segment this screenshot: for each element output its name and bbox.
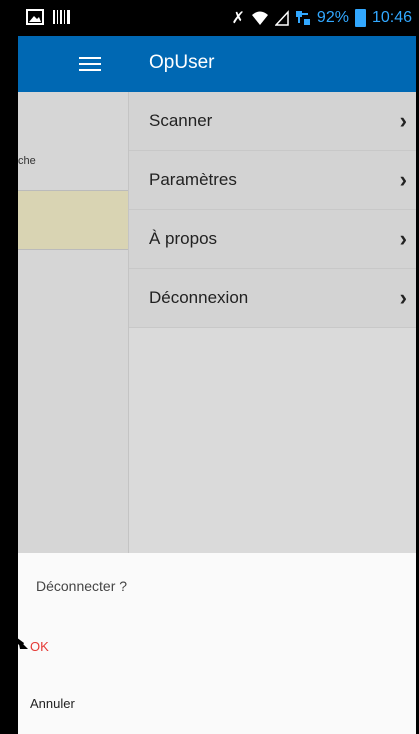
battery-icon xyxy=(354,9,366,27)
background-partial-label: che xyxy=(18,155,36,167)
menu-item-scanner[interactable]: Scanner › xyxy=(129,92,416,151)
background-highlighted-row xyxy=(18,190,128,250)
network-icon xyxy=(295,11,310,25)
menu-item-label: Paramètres xyxy=(149,170,237,189)
wifi-icon xyxy=(251,11,268,25)
chevron-right-icon: › xyxy=(399,226,407,251)
barcode-icon xyxy=(53,10,70,24)
battery-percent: 92% xyxy=(316,9,349,26)
app-bar: OpUser xyxy=(19,36,416,92)
menu-item-deconnexion[interactable]: Déconnexion › xyxy=(129,269,416,328)
hamburger-icon[interactable] xyxy=(79,53,101,73)
pointer-arrow-icon xyxy=(0,625,28,649)
menu-item-a-propos[interactable]: À propos › xyxy=(129,210,416,269)
cancel-button[interactable]: Annuler xyxy=(30,696,75,711)
ok-button[interactable]: OK xyxy=(30,639,49,654)
menu-item-label: Déconnexion xyxy=(149,288,249,307)
status-bar: ✗ 92% 10:46 xyxy=(18,0,416,36)
drawer-menu: Scanner › Paramètres › À propos › Déconn… xyxy=(129,92,416,508)
chevron-right-icon: › xyxy=(399,108,407,133)
signal-icon xyxy=(274,10,289,26)
chevron-right-icon: › xyxy=(399,285,407,310)
clock: 10:46 xyxy=(371,9,412,26)
menu-item-label: Scanner xyxy=(149,111,213,130)
chevron-right-icon: › xyxy=(399,167,407,192)
app-title: OpUser xyxy=(149,52,215,73)
menu-item-label: À propos xyxy=(149,229,218,248)
mute-icon: ✗ xyxy=(231,10,245,27)
logout-dialog: Déconnecter ? OK Annuler xyxy=(18,553,416,734)
drawer-empty-area xyxy=(129,328,416,508)
menu-item-parametres[interactable]: Paramètres › xyxy=(129,151,416,210)
phone-screen: ✗ 92% 10:46 che OpUser Scanner › Paramèt… xyxy=(18,0,416,734)
dialog-title: Déconnecter ? xyxy=(36,578,128,594)
image-icon xyxy=(26,9,44,25)
